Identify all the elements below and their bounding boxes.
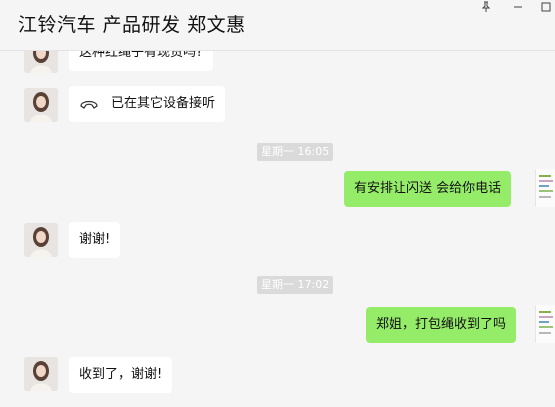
message-text: 有安排让闪送 会给你电话 <box>354 181 502 196</box>
message-bubble[interactable]: 收到了，谢谢! <box>69 357 173 393</box>
message-text: 这种红绳子有现货吗? <box>79 51 203 60</box>
chat-title: 江铃汽车 产品研发 郑文惠 <box>18 14 246 36</box>
message-list[interactable]: 这种红绳子有现货吗? 已在其它设备接听 星期一 16:05 有安排让闪送 会给你… <box>0 51 555 407</box>
call-notice-bubble[interactable]: 已在其它设备接听 <box>69 86 226 122</box>
minimize-icon <box>514 6 522 8</box>
title-bar: 江铃汽车 产品研发 郑文惠 <box>0 0 555 51</box>
message-bubble-outgoing[interactable]: 有安排让闪送 会给你电话 <box>344 171 512 207</box>
contact-avatar-image <box>24 357 58 391</box>
phone-hangup-icon <box>80 100 98 109</box>
my-avatar[interactable] <box>535 169 555 207</box>
contact-avatar-image <box>24 51 58 73</box>
maximize-button[interactable] <box>537 0 555 14</box>
my-avatar-image <box>536 169 555 207</box>
message-text: 郑姐，打包绳收到了吗 <box>376 317 507 332</box>
message-text: 谢谢! <box>79 232 111 247</box>
message-text: 收到了，谢谢! <box>79 367 163 382</box>
pin-icon <box>481 1 491 12</box>
message-text: 已在其它设备接听 <box>111 96 216 111</box>
timestamp: 星期一 17:02 <box>257 276 334 294</box>
contact-avatar-image <box>24 88 58 122</box>
minimize-button[interactable] <box>509 0 527 14</box>
contact-avatar[interactable] <box>24 88 58 122</box>
message-bubble-outgoing[interactable]: 郑姐，打包绳收到了吗 <box>366 307 517 343</box>
pin-button[interactable] <box>477 0 495 14</box>
contact-avatar[interactable] <box>24 223 58 257</box>
contact-avatar[interactable] <box>24 357 58 391</box>
contact-avatar-image <box>24 223 58 257</box>
my-avatar[interactable] <box>535 305 555 343</box>
message-bubble[interactable]: 这种红绳子有现货吗? <box>69 51 213 71</box>
message-bubble[interactable]: 谢谢! <box>69 222 121 258</box>
my-avatar-image <box>536 305 555 343</box>
timestamp: 星期一 16:05 <box>257 143 334 161</box>
maximize-icon <box>541 2 551 12</box>
contact-avatar[interactable] <box>24 51 58 73</box>
